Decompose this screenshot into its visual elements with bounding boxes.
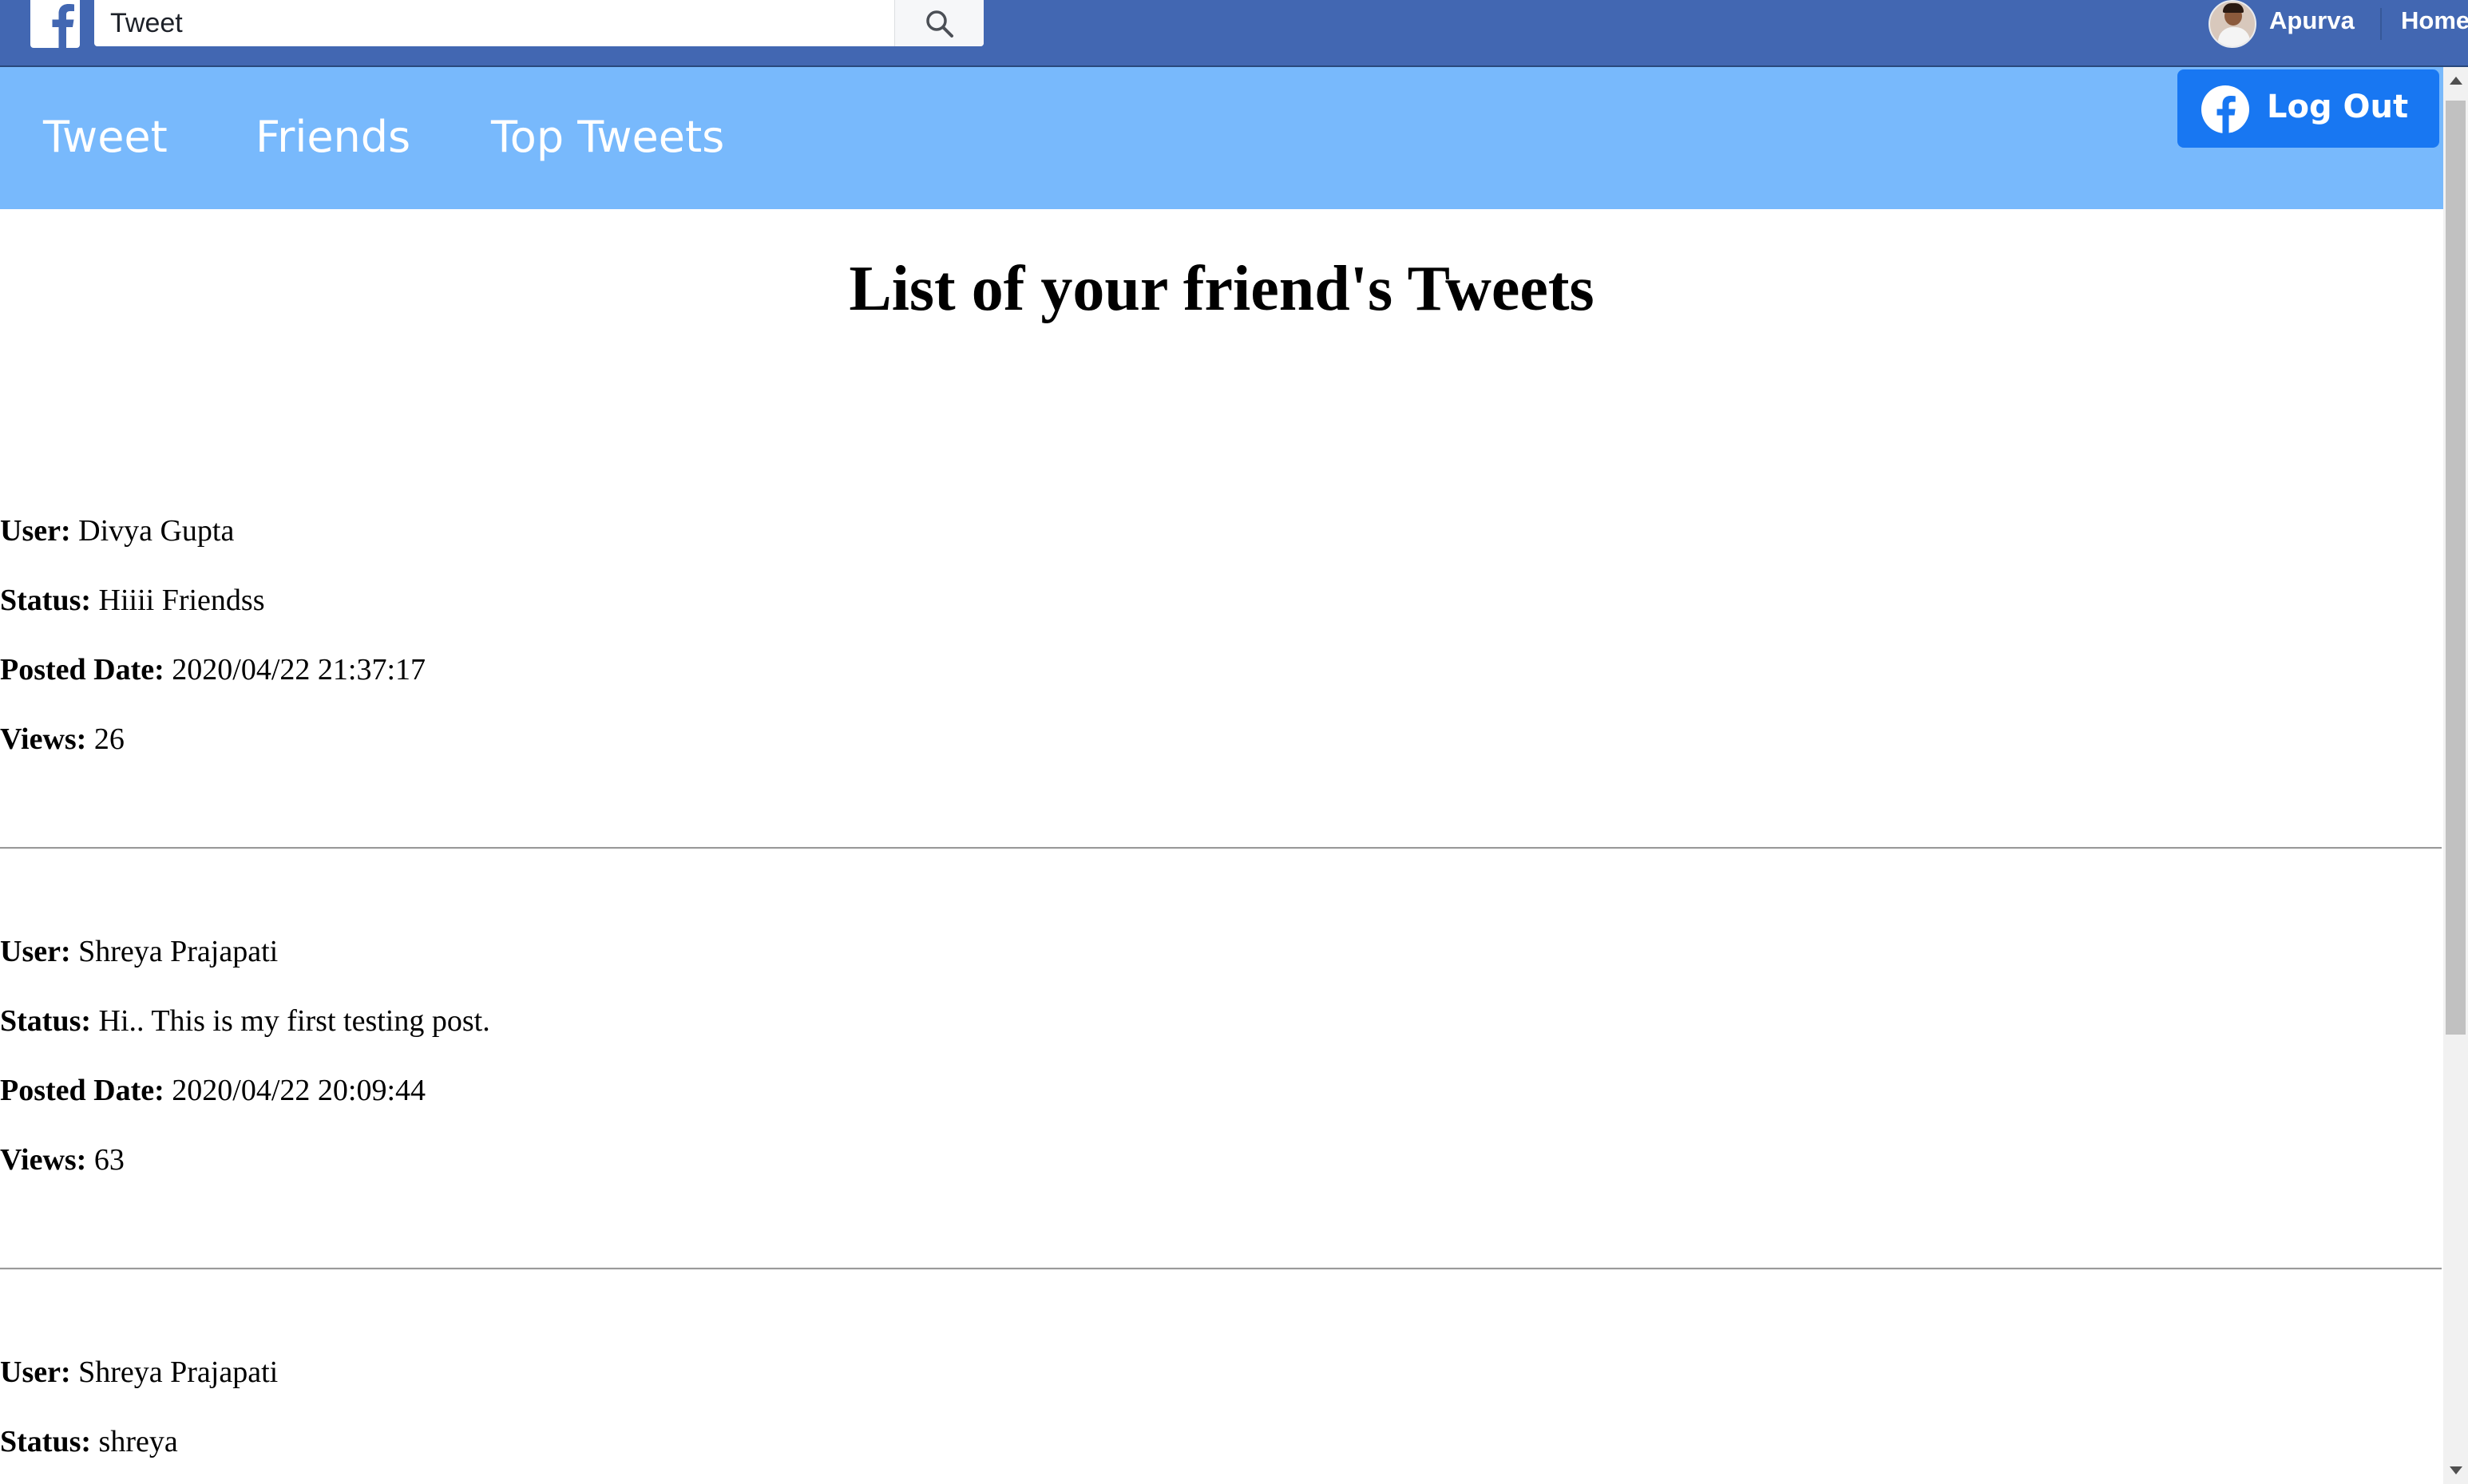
nav-link-friends[interactable]: Friends xyxy=(256,112,410,162)
scroll-up-arrow-icon[interactable] xyxy=(2443,67,2468,94)
user-field-label: User: xyxy=(0,1355,71,1389)
profile-name: Apurva xyxy=(2269,6,2355,34)
status-value: shreya xyxy=(98,1425,178,1458)
tweet-user: User: Divya Gupta xyxy=(0,513,234,548)
tweet-views: Views: 63 xyxy=(0,1142,125,1177)
user-field-label: User: xyxy=(0,935,71,968)
views-value: 26 xyxy=(93,722,125,756)
status-field-label: Status: xyxy=(0,584,92,617)
user-value: Divya Gupta xyxy=(78,514,235,548)
nav-link-tweet[interactable]: Tweet xyxy=(43,112,168,162)
views-field-label: Views: xyxy=(0,722,87,756)
tweet-user: User: Shreya Prajapati xyxy=(0,934,278,969)
facebook-f-icon xyxy=(52,4,74,48)
search-input[interactable] xyxy=(94,0,893,46)
views-field-label: Views: xyxy=(0,1143,87,1177)
status-value: Hi.. This is my first testing post. xyxy=(98,1004,490,1038)
nav-bar: Tweet Friends Top Tweets Log Out xyxy=(0,67,2443,209)
user-value: Shreya Prajapati xyxy=(78,935,279,968)
posted-date-value: 2020/04/22 21:37:17 xyxy=(172,653,426,687)
posted-date-field-label: Posted Date: xyxy=(0,653,164,687)
tweet-user: User: Shreya Prajapati xyxy=(0,1355,278,1390)
page-title: List of your friend's Tweets xyxy=(849,254,1594,324)
tweet-divider xyxy=(0,1268,2442,1270)
tweet-status: Status: Hi.. This is my first testing po… xyxy=(0,1003,490,1039)
tweet-item: User: Divya Gupta Status: Hiiii Friendss… xyxy=(0,513,2443,934)
facebook-logo-icon[interactable] xyxy=(30,0,80,48)
avatar xyxy=(2209,0,2256,48)
tweet-views: Views: 26 xyxy=(0,722,125,757)
facebook-top-bar: Apurva Home xyxy=(0,0,2468,67)
user-field-label: User: xyxy=(0,514,71,548)
tweet-posted-date: Posted Date: 2020/04/22 21:37:17 xyxy=(0,652,426,687)
posted-date-field-label: Posted Date: xyxy=(0,1074,164,1107)
status-value: Hiiii Friendss xyxy=(98,584,265,617)
vertical-scrollbar[interactable] xyxy=(2443,67,2468,1484)
facebook-circle-icon xyxy=(2201,85,2249,133)
status-field-label: Status: xyxy=(0,1004,92,1038)
search-icon xyxy=(926,10,953,38)
topbar-divider xyxy=(2380,8,2382,40)
user-value: Shreya Prajapati xyxy=(78,1355,279,1389)
views-value: 63 xyxy=(93,1143,125,1177)
tweet-status: Status: shreya xyxy=(0,1424,178,1459)
tweet-item: User: Shreya Prajapati Status: shreya xyxy=(0,1355,2443,1484)
home-link[interactable]: Home xyxy=(2401,6,2468,35)
search-box xyxy=(94,0,984,46)
nav-link-top-tweets[interactable]: Top Tweets xyxy=(491,112,724,162)
tweet-divider xyxy=(0,847,2442,849)
search-button[interactable] xyxy=(894,0,984,46)
scrollbar-thumb[interactable] xyxy=(2446,101,2466,1035)
posted-date-value: 2020/04/22 20:09:44 xyxy=(172,1074,426,1107)
status-field-label: Status: xyxy=(0,1425,92,1458)
logout-label: Log Out xyxy=(2267,89,2409,125)
tweet-posted-date: Posted Date: 2020/04/22 20:09:44 xyxy=(0,1073,426,1108)
tweet-item: User: Shreya Prajapati Status: Hi.. This… xyxy=(0,934,2443,1355)
tweet-status: Status: Hiiii Friendss xyxy=(0,583,265,618)
scroll-down-arrow-icon[interactable] xyxy=(2443,1457,2468,1484)
logout-button[interactable]: Log Out xyxy=(2177,69,2439,148)
